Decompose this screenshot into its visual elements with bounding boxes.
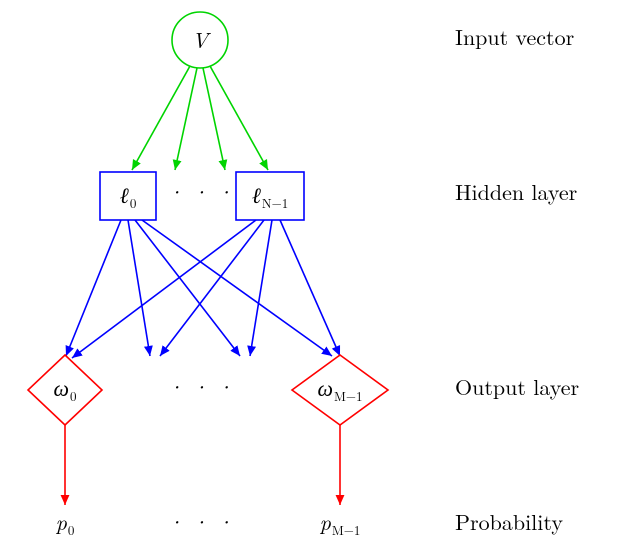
prob-M-1: pM−1 (320, 506, 361, 539)
edges-hidden-to-output (66, 220, 340, 358)
output-dots: · · · (167, 371, 233, 402)
edges-output-to-prob (65, 425, 340, 505)
output-node-M-1: ωM−1 (292, 355, 388, 425)
nn-diagram: Input vector Hidden layer Output layer P… (0, 0, 640, 555)
svg-text:ωM−1: ωM−1 (317, 372, 362, 405)
hidden-node-0-label: ℓ0 (120, 179, 137, 212)
input-node-label: V (192, 24, 212, 55)
label-prob: Probability (455, 506, 563, 537)
edges-input-to-hidden (132, 66, 268, 170)
output-node-0: ω0 (28, 355, 102, 425)
prob-dots: · · · (167, 506, 233, 537)
svg-text:ω0: ω0 (53, 372, 76, 405)
prob-0: p0 (56, 506, 75, 539)
hidden-node-N-1-label: ℓN−1 (252, 179, 289, 212)
label-input: Input vector (455, 21, 574, 52)
hidden-dots: · · · (167, 176, 233, 207)
label-hidden: Hidden layer (455, 176, 577, 207)
label-output: Output layer (455, 371, 579, 402)
